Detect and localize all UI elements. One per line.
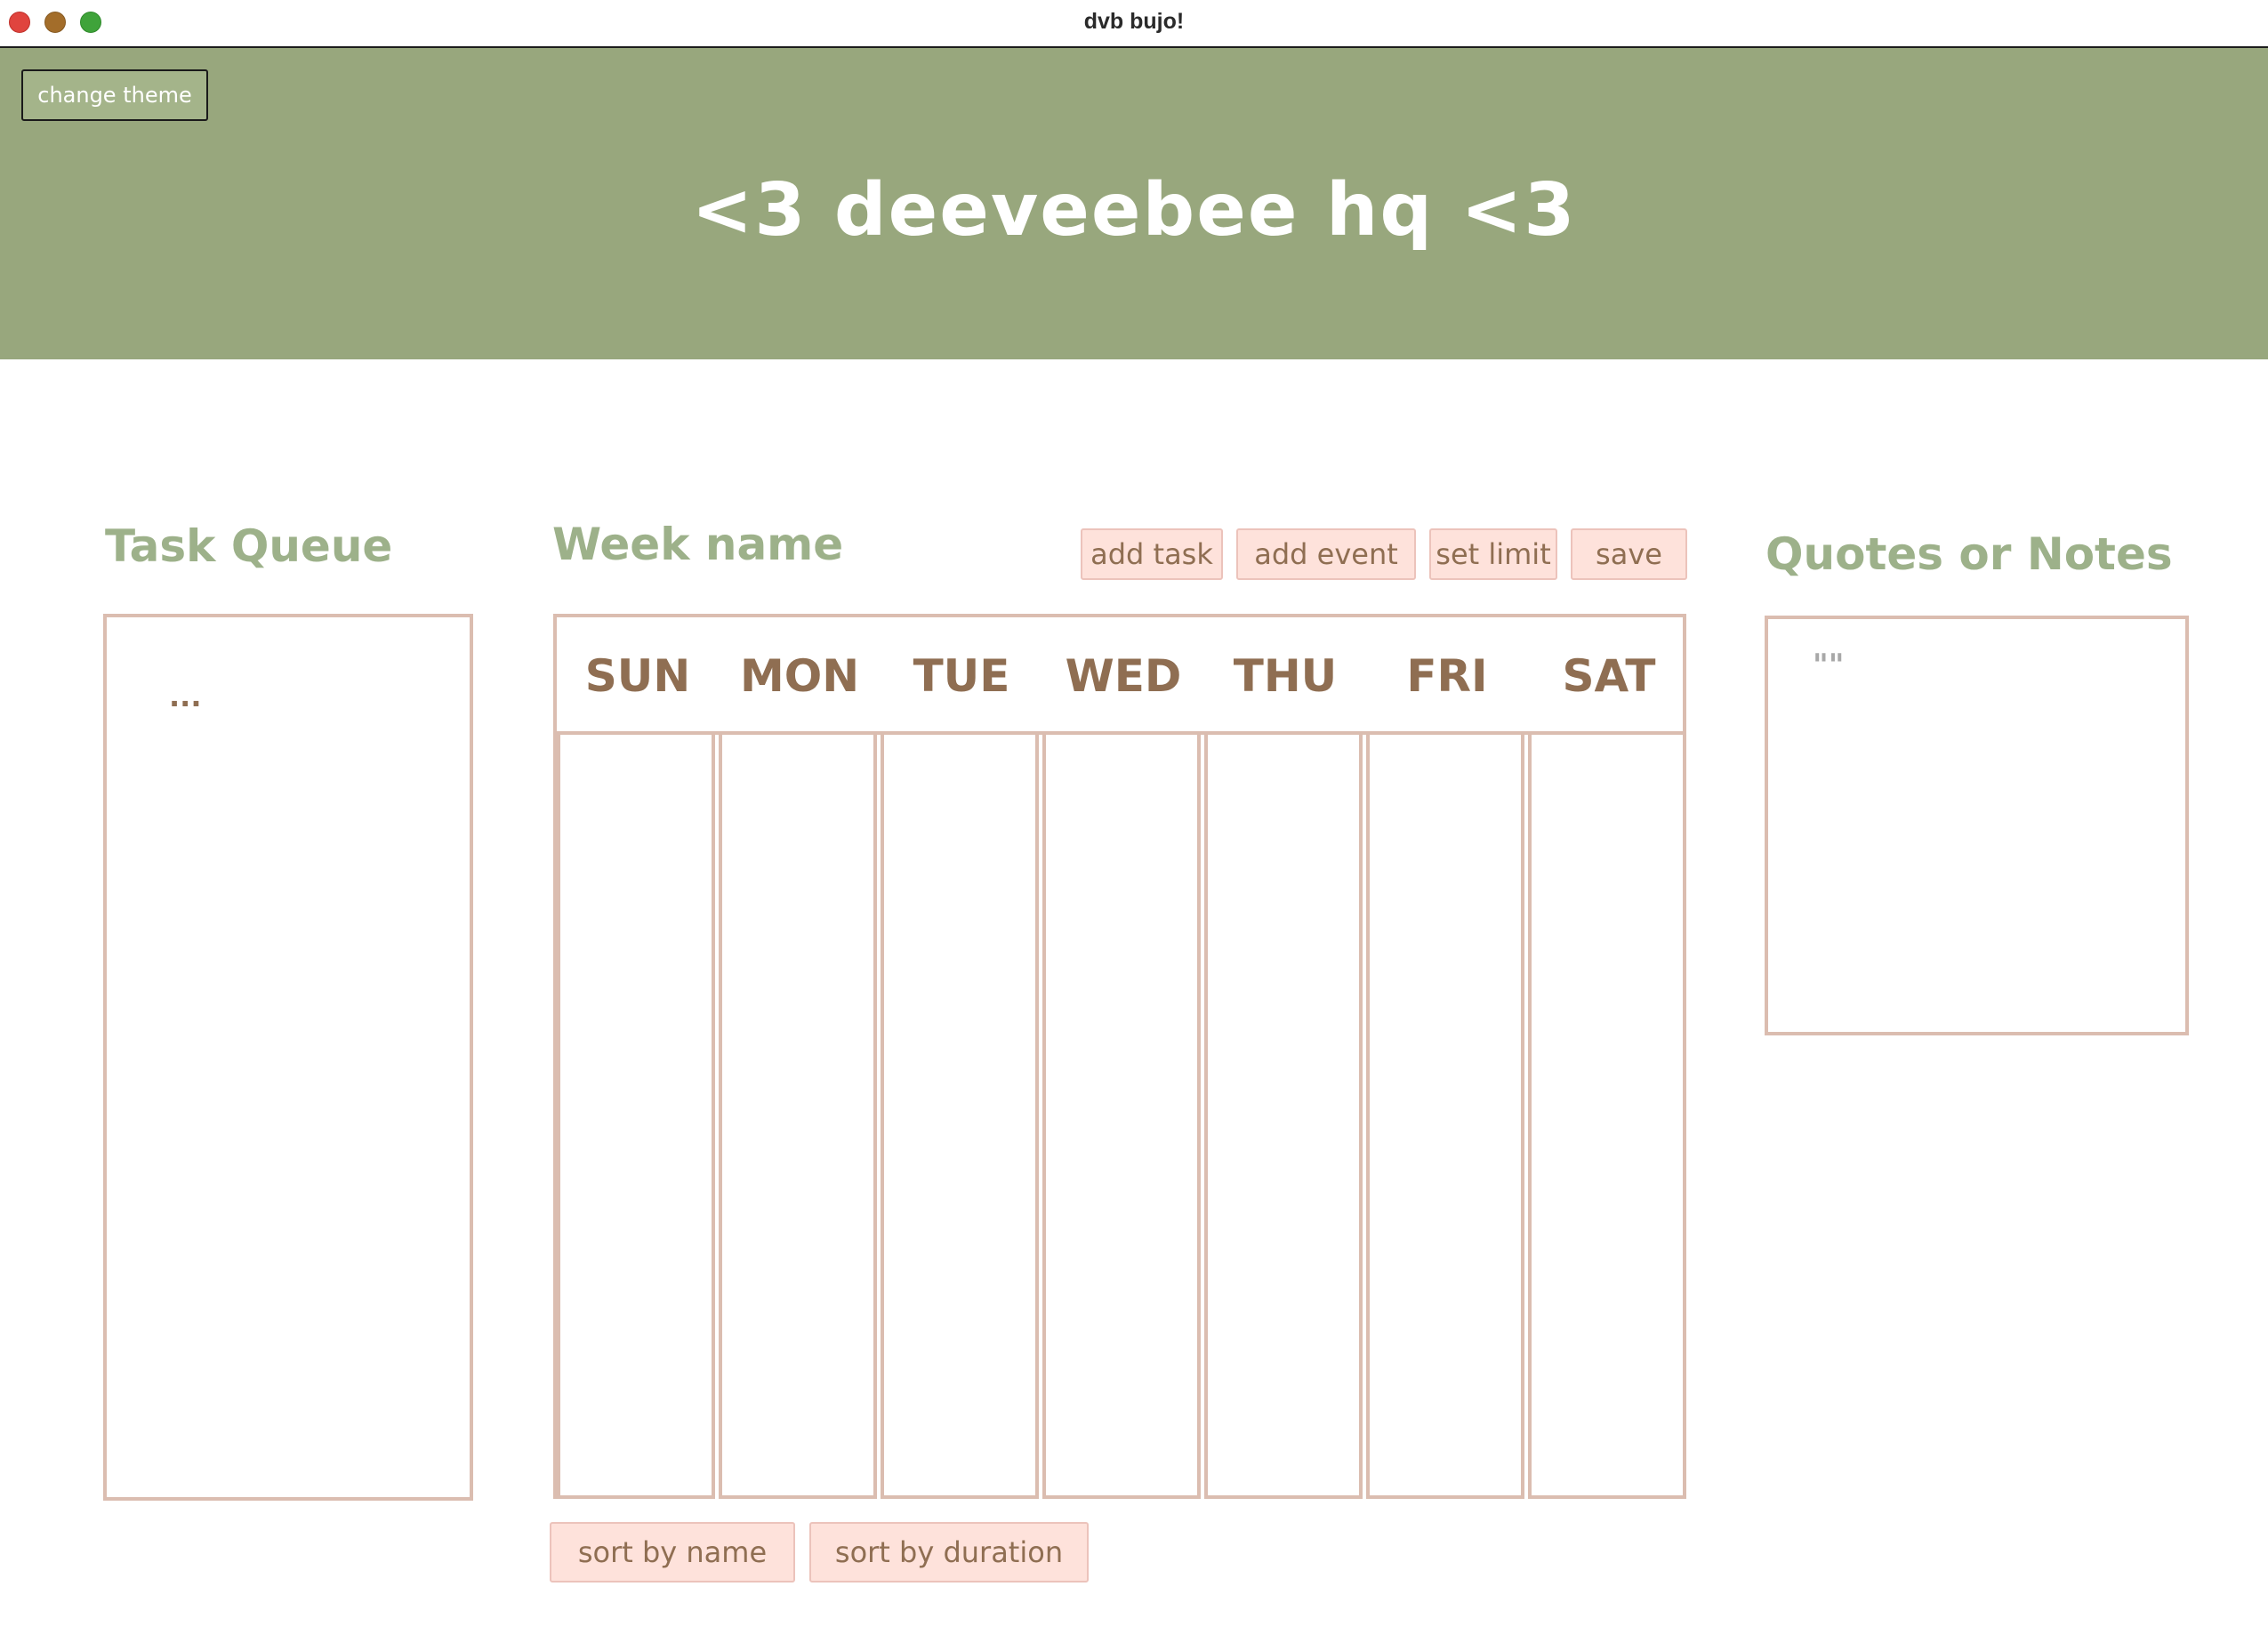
- day-label-sat: SAT: [1562, 650, 1656, 702]
- week-grid: SUN MON TUE WED THU FRI SAT: [553, 614, 1686, 1499]
- add-task-button[interactable]: add task: [1081, 528, 1223, 580]
- day-label-mon: MON: [739, 650, 860, 702]
- day-label-thu: THU: [1233, 650, 1338, 702]
- week-day-header: SUN MON TUE WED THU FRI SAT: [557, 617, 1683, 735]
- task-queue-placeholder: ...: [169, 680, 202, 713]
- app-window: dvb bujo! change theme <3 deeveebee hq <…: [0, 0, 2268, 1651]
- sort-by-name-button[interactable]: sort by name: [550, 1522, 795, 1583]
- set-limit-button[interactable]: set limit: [1429, 528, 1557, 580]
- day-column-fri[interactable]: [1366, 735, 1524, 1499]
- task-queue-heading: Task Queue: [105, 520, 393, 572]
- header-banner: change theme <3 deeveebee hq <3: [0, 48, 2268, 359]
- day-label-wed: WED: [1065, 650, 1182, 702]
- day-column-mon[interactable]: [719, 735, 877, 1499]
- save-button[interactable]: save: [1571, 528, 1687, 580]
- day-column-thu[interactable]: [1204, 735, 1363, 1499]
- day-column-sun[interactable]: [557, 735, 715, 1499]
- task-queue-list[interactable]: ...: [103, 614, 473, 1501]
- change-theme-button[interactable]: change theme: [21, 69, 208, 121]
- window-title: dvb bujo!: [1083, 9, 1185, 34]
- notes-placeholder: "": [1813, 648, 1845, 683]
- sort-by-duration-button[interactable]: sort by duration: [809, 1522, 1089, 1583]
- notes-heading: Quotes or Notes: [1765, 528, 2173, 580]
- add-event-button[interactable]: add event: [1236, 528, 1416, 580]
- day-column-tue[interactable]: [881, 735, 1039, 1499]
- day-label-tue: TUE: [913, 650, 1010, 702]
- day-column-sat[interactable]: [1528, 735, 1686, 1499]
- day-label-fri: FRI: [1406, 650, 1488, 702]
- day-column-wed[interactable]: [1042, 735, 1201, 1499]
- notes-textarea[interactable]: "": [1765, 616, 2189, 1035]
- title-bar: dvb bujo!: [0, 0, 2268, 48]
- week-name-heading[interactable]: Week name: [552, 519, 843, 570]
- page-title: <3 deeveebee hq <3: [691, 168, 1577, 253]
- day-label-sun: SUN: [584, 650, 691, 702]
